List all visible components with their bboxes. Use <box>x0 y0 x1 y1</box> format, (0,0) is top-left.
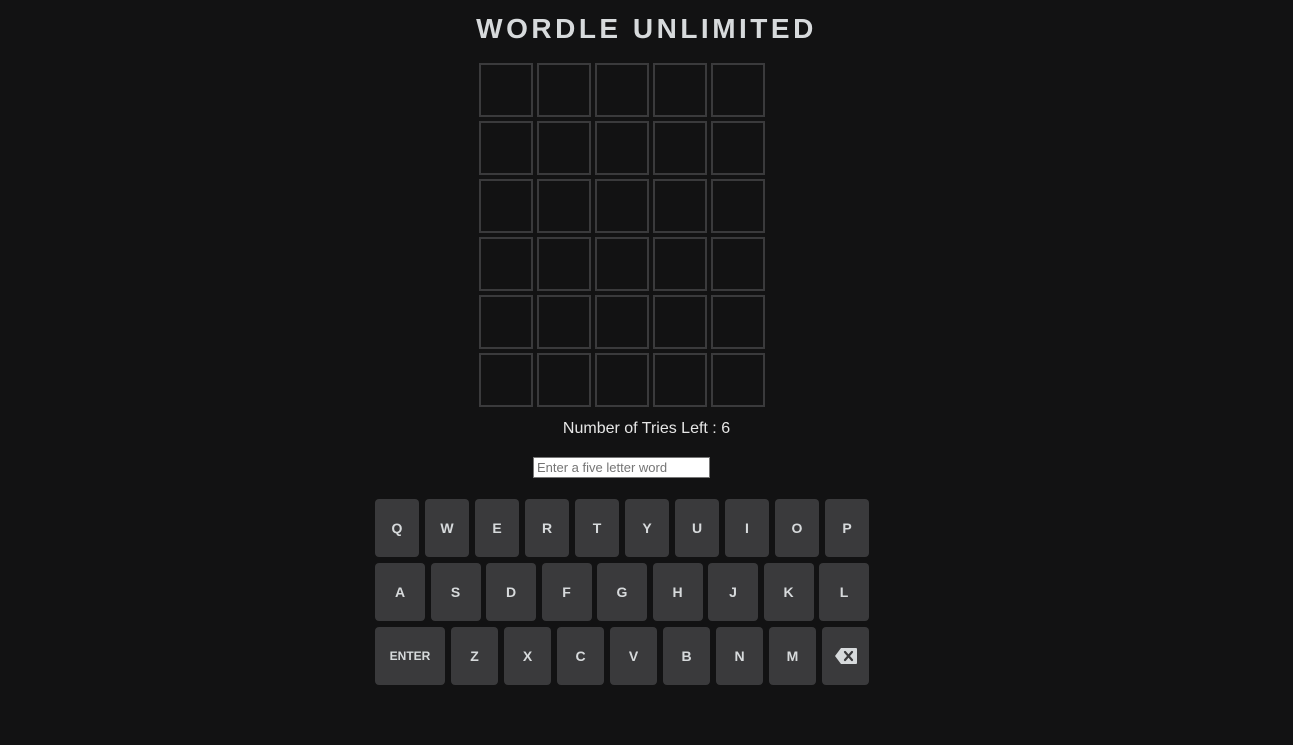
keyboard-row-3: ENTER ZXCVBNM <box>375 627 869 685</box>
tries-left-text: Number of Tries Left : 6 <box>562 420 731 437</box>
board-tile <box>479 353 533 407</box>
key-w[interactable]: W <box>425 499 469 557</box>
key-a[interactable]: A <box>375 563 425 621</box>
board-tile <box>711 179 765 233</box>
key-s[interactable]: S <box>430 563 481 621</box>
board-tile <box>595 353 649 407</box>
board-tile <box>653 179 707 233</box>
key-o[interactable]: O <box>775 499 819 557</box>
key-y[interactable]: Y <box>625 499 669 557</box>
key-l[interactable]: L <box>819 563 869 621</box>
key-f[interactable]: F <box>541 563 592 621</box>
keyboard-row-1: QWERTYUIOP <box>375 499 869 557</box>
game-board <box>479 63 765 407</box>
key-i[interactable]: I <box>725 499 769 557</box>
board-tile <box>595 237 649 291</box>
keyboard-row-2: ASDFGHJKL <box>375 563 869 621</box>
key-x[interactable]: X <box>504 627 551 685</box>
board-tile <box>537 63 591 117</box>
board-tile <box>653 353 707 407</box>
board-tile <box>595 121 649 175</box>
key-e[interactable]: E <box>475 499 519 557</box>
board-tile <box>653 121 707 175</box>
key-b[interactable]: B <box>663 627 710 685</box>
board-tile <box>479 121 533 175</box>
key-u[interactable]: U <box>675 499 719 557</box>
board-tile <box>711 63 765 117</box>
key-h[interactable]: H <box>652 563 703 621</box>
enter-key[interactable]: ENTER <box>375 627 445 685</box>
backspace-icon <box>834 648 857 664</box>
board-tile <box>537 353 591 407</box>
key-c[interactable]: C <box>557 627 604 685</box>
board-tile <box>711 295 765 349</box>
on-screen-keyboard: QWERTYUIOP ASDFGHJKL ENTER ZXCVBNM <box>375 499 869 691</box>
board-tile <box>595 179 649 233</box>
backspace-key[interactable] <box>822 627 869 685</box>
key-m[interactable]: M <box>769 627 816 685</box>
key-v[interactable]: V <box>610 627 657 685</box>
board-tile <box>537 179 591 233</box>
board-tile <box>479 179 533 233</box>
board-tile <box>711 237 765 291</box>
board-tile <box>479 237 533 291</box>
board-tile <box>653 237 707 291</box>
word-input[interactable] <box>533 457 710 478</box>
key-k[interactable]: K <box>763 563 814 621</box>
board-tile <box>653 63 707 117</box>
board-tile <box>537 121 591 175</box>
board-tile <box>537 237 591 291</box>
key-z[interactable]: Z <box>451 627 498 685</box>
key-j[interactable]: J <box>708 563 758 621</box>
key-n[interactable]: N <box>716 627 763 685</box>
key-p[interactable]: P <box>825 499 869 557</box>
key-g[interactable]: G <box>597 563 647 621</box>
board-tile <box>653 295 707 349</box>
board-tile <box>479 295 533 349</box>
key-d[interactable]: D <box>486 563 536 621</box>
key-t[interactable]: T <box>575 499 619 557</box>
board-tile <box>537 295 591 349</box>
key-r[interactable]: R <box>525 499 569 557</box>
key-q[interactable]: Q <box>375 499 419 557</box>
board-tile <box>479 63 533 117</box>
board-tile <box>711 353 765 407</box>
board-tile <box>595 63 649 117</box>
page-title: WORDLE UNLIMITED <box>476 13 817 44</box>
board-tile <box>595 295 649 349</box>
board-tile <box>711 121 765 175</box>
